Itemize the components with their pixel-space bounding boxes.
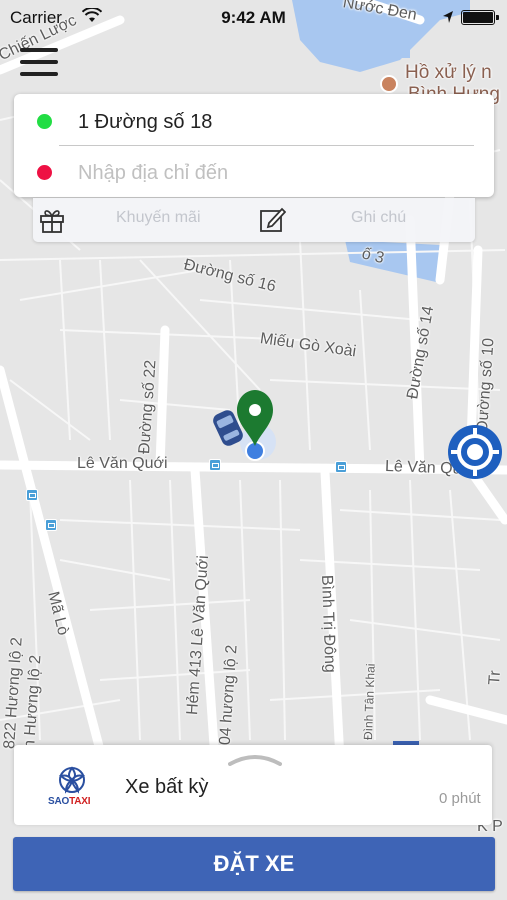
- options-bar: Khuyến mãi Ghi chú: [33, 198, 475, 242]
- bus-stop-icon: [26, 489, 38, 501]
- battery-icon: [461, 10, 499, 25]
- status-bar: Carrier 9:42 AM: [0, 0, 507, 36]
- pickup-address: 1 Đường số 18: [78, 111, 213, 133]
- logo-text: SAO: [48, 796, 70, 807]
- destination-field[interactable]: Nhập địa chỉ đến: [14, 147, 494, 197]
- gift-icon: [40, 210, 64, 233]
- divider: [59, 145, 474, 146]
- pickup-dot-icon: [37, 114, 52, 129]
- book-ride-button[interactable]: ĐẶT XE: [13, 837, 495, 891]
- clock: 9:42 AM: [221, 8, 286, 27]
- saotaxi-logo-icon: SAOTAXI: [34, 766, 106, 814]
- map-label: Bình Trị Đông: [318, 574, 339, 674]
- promo-button[interactable]: Khuyến mãi: [33, 198, 254, 242]
- pickup-field[interactable]: 1 Đường số 18: [14, 96, 494, 146]
- location-arrow-icon: [443, 11, 453, 23]
- hamburger-menu-button[interactable]: [20, 48, 60, 80]
- bus-stop-icon: [45, 519, 57, 531]
- note-button[interactable]: Ghi chú: [254, 198, 475, 242]
- chevron-up-icon[interactable]: [228, 752, 282, 766]
- hamburger-menu-icon: [20, 48, 58, 52]
- bus-stop-icon: [209, 459, 221, 471]
- logo-text: TAXI: [69, 796, 91, 807]
- map-label: Tr: [486, 669, 504, 686]
- note-label: Ghi chú: [351, 209, 407, 226]
- map-label: Lê Văn Quới: [77, 455, 168, 472]
- address-card: 1 Đường số 18 Nhập địa chỉ đến: [14, 94, 494, 197]
- edit-icon: [260, 207, 286, 232]
- eta-label: 0 phút: [439, 790, 481, 807]
- destination-dot-icon: [37, 165, 52, 180]
- map-label: Đình Tân Khai: [361, 663, 378, 741]
- bus-stop-icon: [335, 461, 347, 473]
- poi-icon: [380, 75, 398, 93]
- car-type-label: Xe bất kỳ: [125, 776, 209, 798]
- locate-button[interactable]: [447, 424, 503, 480]
- destination-placeholder: Nhập địa chỉ đến: [78, 162, 229, 184]
- promo-label: Khuyến mãi: [116, 209, 201, 226]
- map-label: Hồ xử lý n: [405, 62, 492, 83]
